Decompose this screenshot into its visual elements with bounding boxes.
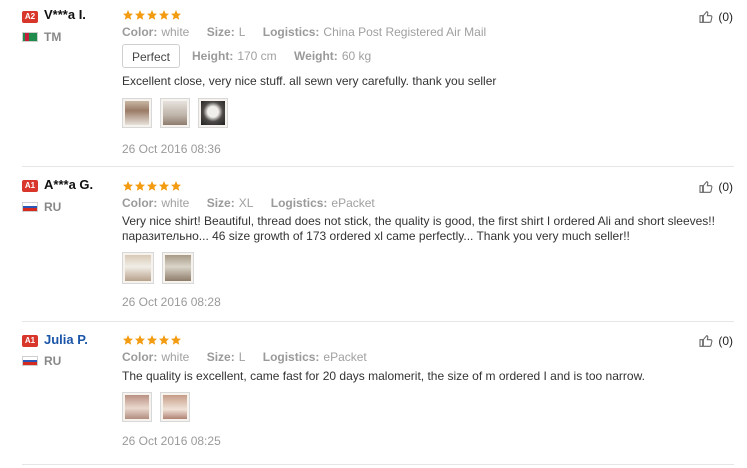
logistics-label: Logistics: (262, 25, 320, 39)
photo-thumbnail[interactable] (160, 98, 190, 128)
review-photos (122, 392, 190, 422)
reviewer-name-link[interactable]: Julia P. (44, 332, 88, 347)
buyer-level-badge: A2 (22, 11, 38, 23)
buyer-level-badge: A1 (22, 335, 38, 347)
photo-thumbnail[interactable] (122, 252, 154, 284)
review-separator (22, 321, 734, 322)
helpful-button[interactable]: (0) (698, 333, 733, 349)
reviewer-country: RU (44, 354, 62, 368)
color-value: white (161, 196, 190, 210)
logistics-value: ePacket (323, 350, 367, 364)
reviewer-country: RU (44, 200, 62, 214)
review-text: The quality is excellent, came fast for … (122, 369, 645, 383)
helpful-count: (0) (718, 334, 733, 348)
color-label: Color: (122, 196, 158, 210)
size-value: L (238, 25, 246, 39)
star-icon (146, 334, 158, 346)
thumbs-up-icon (698, 179, 714, 195)
review-date: 26 Oct 2016 08:28 (122, 295, 221, 309)
photo-thumbnail[interactable] (122, 98, 152, 128)
review-date: 26 Oct 2016 08:25 (122, 434, 221, 448)
review-date: 26 Oct 2016 08:36 (122, 142, 221, 156)
review-photos (122, 252, 194, 284)
star-icon (158, 180, 170, 192)
rating-stars (122, 9, 182, 21)
weight-label: Weight: (294, 49, 338, 63)
weight-value: 60 kg (341, 49, 372, 63)
order-meta: Color: white Size: L Logistics: China Post … (122, 25, 500, 39)
star-icon (134, 9, 146, 21)
rating-stars (122, 334, 182, 346)
star-icon (170, 334, 182, 346)
size-label: Size: (206, 25, 235, 39)
reviewer-name: A***a G. (44, 177, 94, 192)
fit-tag: Perfect (122, 44, 181, 68)
color-label: Color: (122, 25, 158, 39)
size-value: L (238, 350, 246, 364)
star-icon (122, 334, 134, 346)
star-icon (134, 180, 146, 192)
order-meta: Color: white Size: XL Logistics: ePacket (122, 196, 389, 210)
height-label: Height: (192, 49, 234, 63)
size-label: Size: (206, 196, 235, 210)
logistics-label: Logistics: (270, 196, 328, 210)
flag-russia-icon (22, 202, 38, 212)
star-icon (170, 180, 182, 192)
color-value: white (161, 25, 190, 39)
logistics-value: China Post Registered Air Mail (323, 25, 487, 39)
flag-russia-icon (22, 356, 38, 366)
buyer-level-badge: A1 (22, 180, 38, 192)
helpful-button[interactable]: (0) (698, 9, 733, 25)
size-label: Size: (206, 350, 235, 364)
color-label: Color: (122, 350, 158, 364)
logistics-label: Logistics: (262, 350, 320, 364)
reviewer-name: V***a I. (44, 7, 86, 22)
review-separator (22, 166, 734, 167)
star-icon (170, 9, 182, 21)
rating-stars (122, 180, 182, 192)
review-photos (122, 98, 228, 128)
star-icon (146, 180, 158, 192)
size-value: XL (238, 196, 254, 210)
logistics-value: ePacket (331, 196, 375, 210)
helpful-count: (0) (718, 180, 733, 194)
review-separator (22, 464, 734, 465)
thumbs-up-icon (698, 333, 714, 349)
height-value: 170 cm (237, 49, 277, 63)
helpful-count: (0) (718, 10, 733, 24)
photo-thumbnail[interactable] (162, 252, 194, 284)
photo-thumbnail[interactable] (198, 98, 228, 128)
star-icon (122, 180, 134, 192)
star-icon (158, 334, 170, 346)
color-value: white (161, 350, 190, 364)
star-icon (158, 9, 170, 21)
helpful-button[interactable]: (0) (698, 179, 733, 195)
review-text: Very nice shirt! Beautiful, thread does … (122, 214, 715, 243)
thumbs-up-icon (698, 9, 714, 25)
photo-thumbnail[interactable] (160, 392, 190, 422)
star-icon (134, 334, 146, 346)
order-meta: Color: white Size: L Logistics: ePacket (122, 350, 381, 364)
body-measurements: Height: 170 cm Weight: 60 kg (192, 49, 385, 63)
flag-turkmenistan-icon (22, 32, 38, 42)
review-text: Excellent close, very nice stuff. all se… (122, 74, 497, 88)
star-icon (146, 9, 158, 21)
reviewer-country: TM (44, 30, 62, 44)
photo-thumbnail[interactable] (122, 392, 152, 422)
star-icon (122, 9, 134, 21)
